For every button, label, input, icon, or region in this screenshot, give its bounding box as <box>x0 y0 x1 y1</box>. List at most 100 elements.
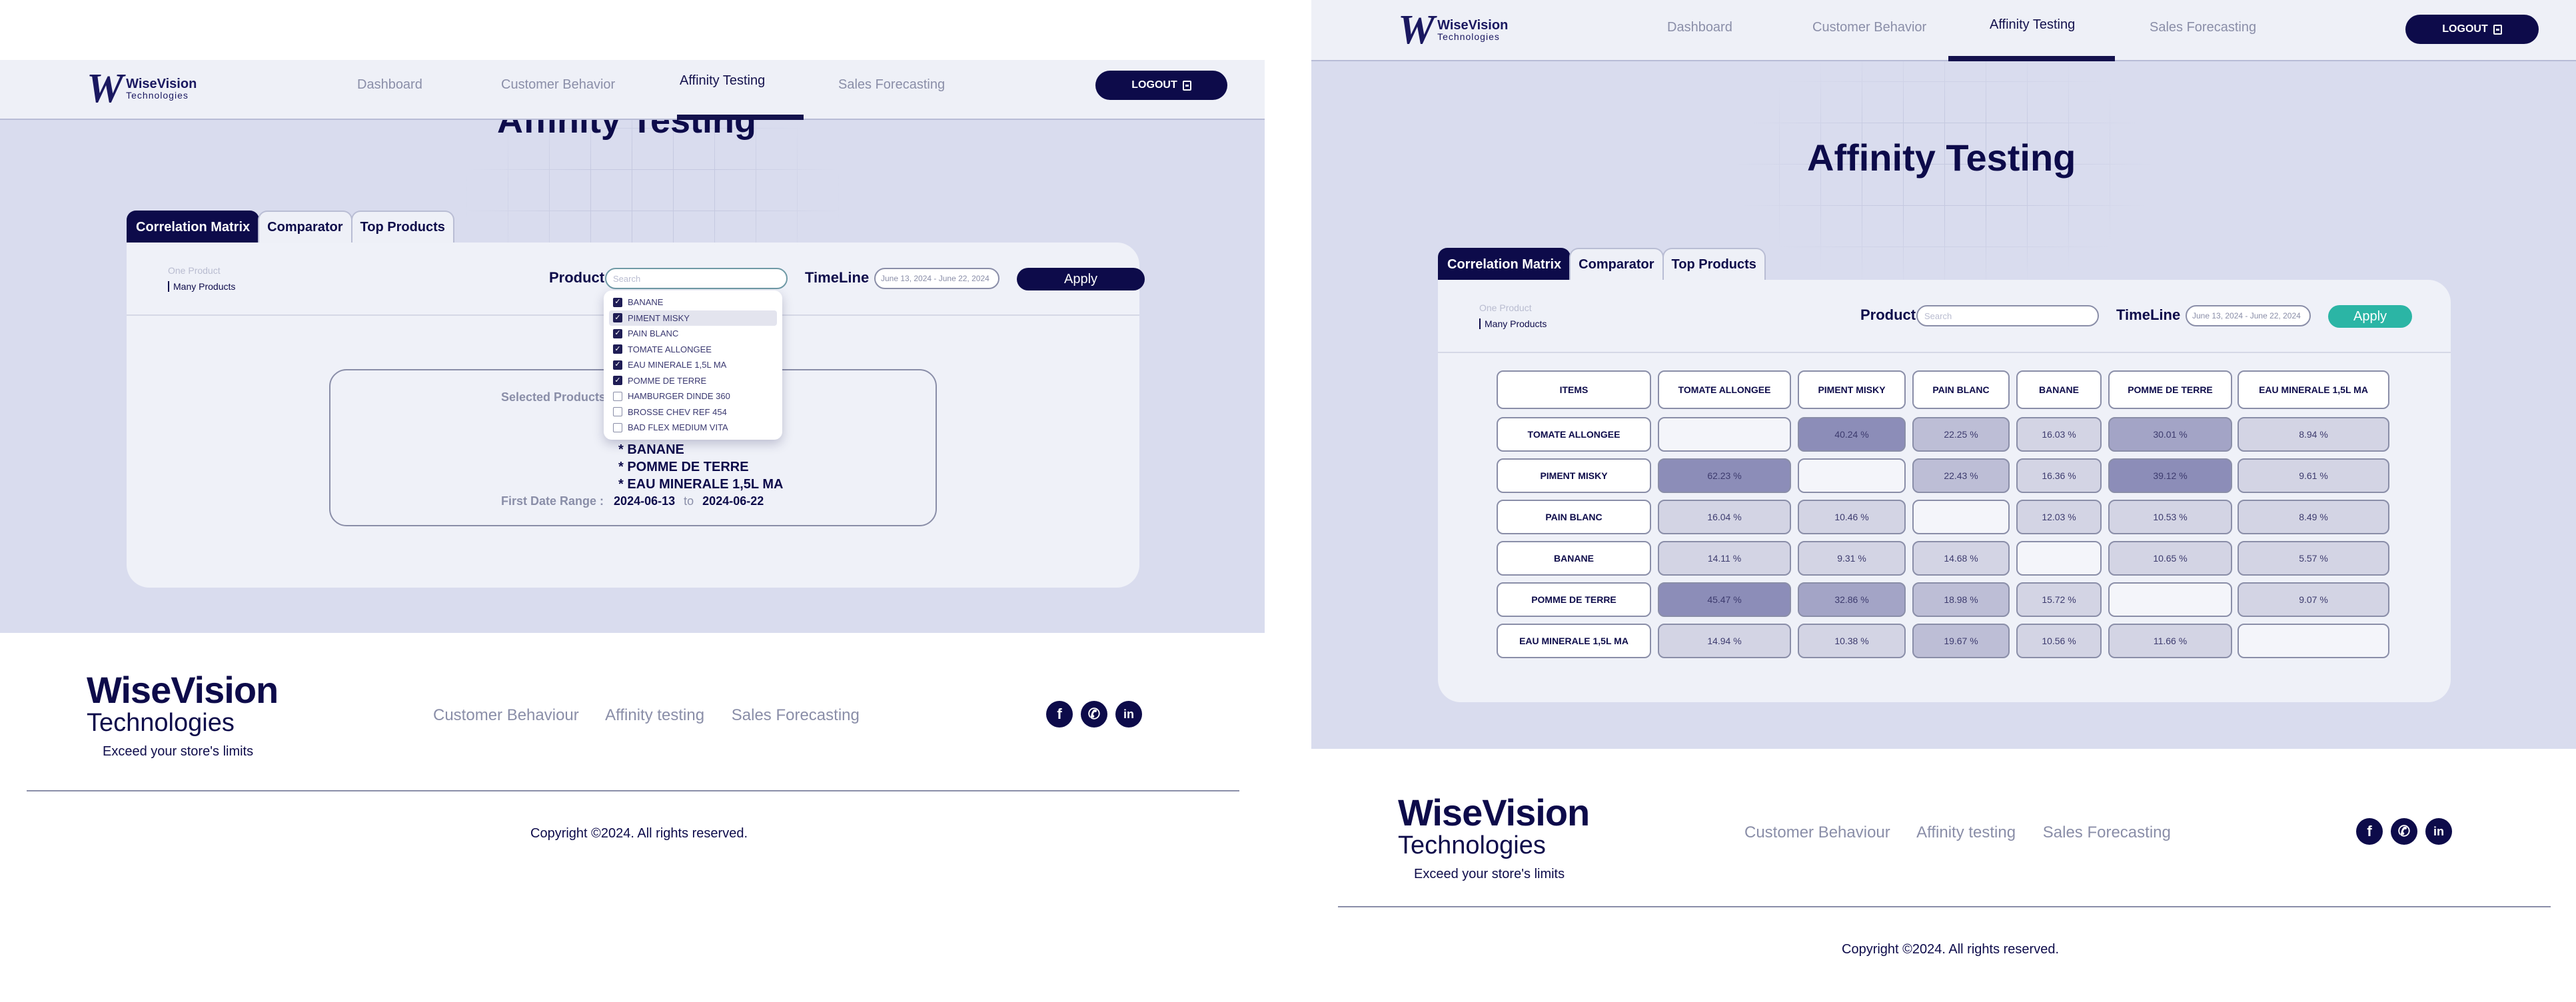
linkedin-icon[interactable]: in <box>2425 818 2452 845</box>
dropdown-option-label: POMME DE TERRE <box>628 375 707 386</box>
matrix-cell: 22.25 % <box>1912 417 2010 452</box>
checkbox-empty-icon[interactable] <box>613 407 622 417</box>
checkbox-empty-icon[interactable] <box>613 391 622 401</box>
date-range-picker[interactable]: June 13, 2024 - June 22, 2024 <box>2186 305 2311 326</box>
right-screen: Affinity Testing W WiseVision Technologie… <box>1311 0 2576 1002</box>
navbar: W WiseVision Technologies Dashboard Custo… <box>1311 0 2576 61</box>
linkedin-icon[interactable]: in <box>1115 701 1142 728</box>
nav-sales-forecasting[interactable]: Sales Forecasting <box>838 77 945 93</box>
matrix-cell: 30.01 % <box>2108 417 2232 452</box>
matrix-cell: 9.07 % <box>2238 582 2389 617</box>
checkbox-checked-icon[interactable]: ✓ <box>613 297 622 307</box>
matrix-cell: 15.72 % <box>2016 582 2102 617</box>
dropdown-option[interactable]: BROSSE CHEV REF 454 <box>609 404 777 420</box>
footer-link-affinity-testing[interactable]: Affinity testing <box>605 706 704 724</box>
mode-toggle[interactable]: One Product Many Products <box>168 265 235 292</box>
main-card: One Product Many Products Product Search… <box>1438 280 2451 702</box>
product-search-input[interactable]: Search <box>1916 305 2099 326</box>
mode-toggle[interactable]: One Product Many Products <box>1479 302 1547 329</box>
main-card: One Product Many Products Product Search… <box>127 243 1145 588</box>
tab-top-products[interactable]: Top Products <box>350 211 454 243</box>
view-tabs: Correlation Matrix Comparator Top Produc… <box>1438 248 1766 280</box>
checkbox-checked-icon[interactable]: ✓ <box>613 360 622 370</box>
whatsapp-icon[interactable]: ✆ <box>1081 701 1107 728</box>
footer-link-sales-forecasting[interactable]: Sales Forecasting <box>732 706 860 724</box>
mode-one-product[interactable]: One Product <box>168 265 235 276</box>
matrix-row-header: BANANE <box>1497 541 1651 576</box>
checkbox-checked-icon[interactable]: ✓ <box>613 313 622 323</box>
whatsapp-icon[interactable]: ✆ <box>2391 818 2417 845</box>
matrix-cell: 11.66 % <box>2108 624 2232 658</box>
checkbox-checked-icon[interactable]: ✓ <box>613 376 622 386</box>
date-range-picker[interactable]: June 13, 2024 - June 22, 2024 <box>874 268 999 289</box>
tab-correlation-matrix[interactable]: Correlation Matrix <box>127 211 260 243</box>
dropdown-option-label: HAMBURGER DINDE 360 <box>628 391 730 402</box>
range-label: First Date Range : <box>501 494 604 508</box>
matrix-cell-diagonal <box>2016 541 2102 576</box>
matrix-cell: 40.24 % <box>1798 417 1906 452</box>
nav-affinity-testing[interactable]: Affinity Testing <box>680 73 765 89</box>
mode-one-product[interactable]: One Product <box>1479 302 1547 313</box>
nav-customer-behavior[interactable]: Customer Behavior <box>501 77 615 93</box>
nav-dashboard[interactable]: Dashboard <box>357 77 422 93</box>
tab-comparator[interactable]: Comparator <box>1569 248 1664 280</box>
footer: WiseVision Technologies Exceed your stor… <box>1311 749 2576 1002</box>
dropdown-option[interactable]: ✓ TOMATE ALLONGEE <box>609 342 777 358</box>
dropdown-option[interactable]: ✓ POMME DE TERRE <box>609 373 777 389</box>
logout-button[interactable]: LOGOUT <box>1095 71 1227 100</box>
matrix-cell: 10.56 % <box>2016 624 2102 658</box>
matrix-cell-diagonal <box>2108 582 2232 617</box>
nav-sales-forecasting[interactable]: Sales Forecasting <box>2150 20 2256 35</box>
matrix-row-header: PAIN BLANC <box>1497 500 1651 534</box>
dropdown-option-label: PIMENT MISKY <box>628 312 690 323</box>
nav-customer-behavior[interactable]: Customer Behavior <box>1812 20 1926 35</box>
matrix-column-header: PIMENT MISKY <box>1798 370 1906 409</box>
dropdown-option[interactable]: ✓ PIMENT MISKY <box>609 310 777 326</box>
checkbox-checked-icon[interactable]: ✓ <box>613 328 622 338</box>
matrix-cell: 10.38 % <box>1798 624 1906 658</box>
tab-top-products[interactable]: Top Products <box>1662 248 1766 280</box>
selected-products-title: Selected Products : <box>501 390 614 404</box>
social-links: f ✆ in <box>2356 818 2452 845</box>
timeline-label: TimeLine <box>2116 306 2181 323</box>
dropdown-option[interactable]: ✓ PAIN BLANC <box>609 326 777 342</box>
matrix-cell: 10.53 % <box>2108 500 2232 534</box>
dropdown-option[interactable]: HAMBURGER DINDE 360 <box>609 388 777 404</box>
date-range-summary: First Date Range : 2024-06-13 to 2024-06… <box>501 494 764 508</box>
facebook-icon[interactable]: f <box>1046 701 1073 728</box>
tab-comparator[interactable]: Comparator <box>258 211 352 243</box>
mode-many-products[interactable]: Many Products <box>1479 318 1547 329</box>
matrix-cell: 5.57 % <box>2238 541 2389 576</box>
footer-link-sales-forecasting[interactable]: Sales Forecasting <box>2043 823 2171 841</box>
footer-link-customer-behaviour[interactable]: Customer Behaviour <box>1744 823 1890 841</box>
footer-tagline: Exceed your store's limits <box>1414 867 1565 881</box>
tab-correlation-matrix[interactable]: Correlation Matrix <box>1438 248 1571 280</box>
nav-active-underline <box>677 115 804 120</box>
mode-many-products[interactable]: Many Products <box>168 281 235 292</box>
matrix-cell: 8.49 % <box>2238 500 2389 534</box>
dropdown-option[interactable]: ✓ EAU MINERALE 1,5L MA <box>609 357 777 373</box>
footer-divider <box>27 790 1239 791</box>
filter-divider <box>1438 352 2451 353</box>
matrix-row-header: POMME DE TERRE <box>1497 582 1651 617</box>
footer-link-affinity-testing[interactable]: Affinity testing <box>1916 823 2016 841</box>
checkbox-checked-icon[interactable]: ✓ <box>613 344 622 354</box>
product-search-input[interactable]: Search <box>605 268 788 289</box>
matrix-cell: 32.86 % <box>1798 582 1906 617</box>
selected-item: * POMME DE TERRE <box>618 460 749 474</box>
dropdown-option-label: EAU MINERALE 1,5L MA <box>628 360 727 370</box>
logout-label: LOGOUT <box>1131 79 1177 91</box>
checkbox-empty-icon[interactable] <box>613 422 622 432</box>
facebook-icon[interactable]: f <box>2356 818 2383 845</box>
nav-affinity-testing[interactable]: Affinity Testing <box>1990 17 2075 33</box>
apply-button[interactable]: Apply <box>2328 305 2412 328</box>
logout-button[interactable]: LOGOUT <box>2405 15 2539 44</box>
footer-link-customer-behaviour[interactable]: Customer Behaviour <box>433 706 579 724</box>
matrix-cell: 9.61 % <box>2238 458 2389 493</box>
dropdown-option[interactable]: ✓ BANANE <box>609 294 777 310</box>
footer-logo-subtext: Technologies <box>87 709 235 737</box>
apply-button[interactable]: Apply <box>1017 268 1145 290</box>
dropdown-option[interactable]: BAD FLEX MEDIUM VITA <box>609 420 777 436</box>
dropdown-option-label: BANANE <box>628 297 664 308</box>
nav-dashboard[interactable]: Dashboard <box>1667 20 1732 35</box>
